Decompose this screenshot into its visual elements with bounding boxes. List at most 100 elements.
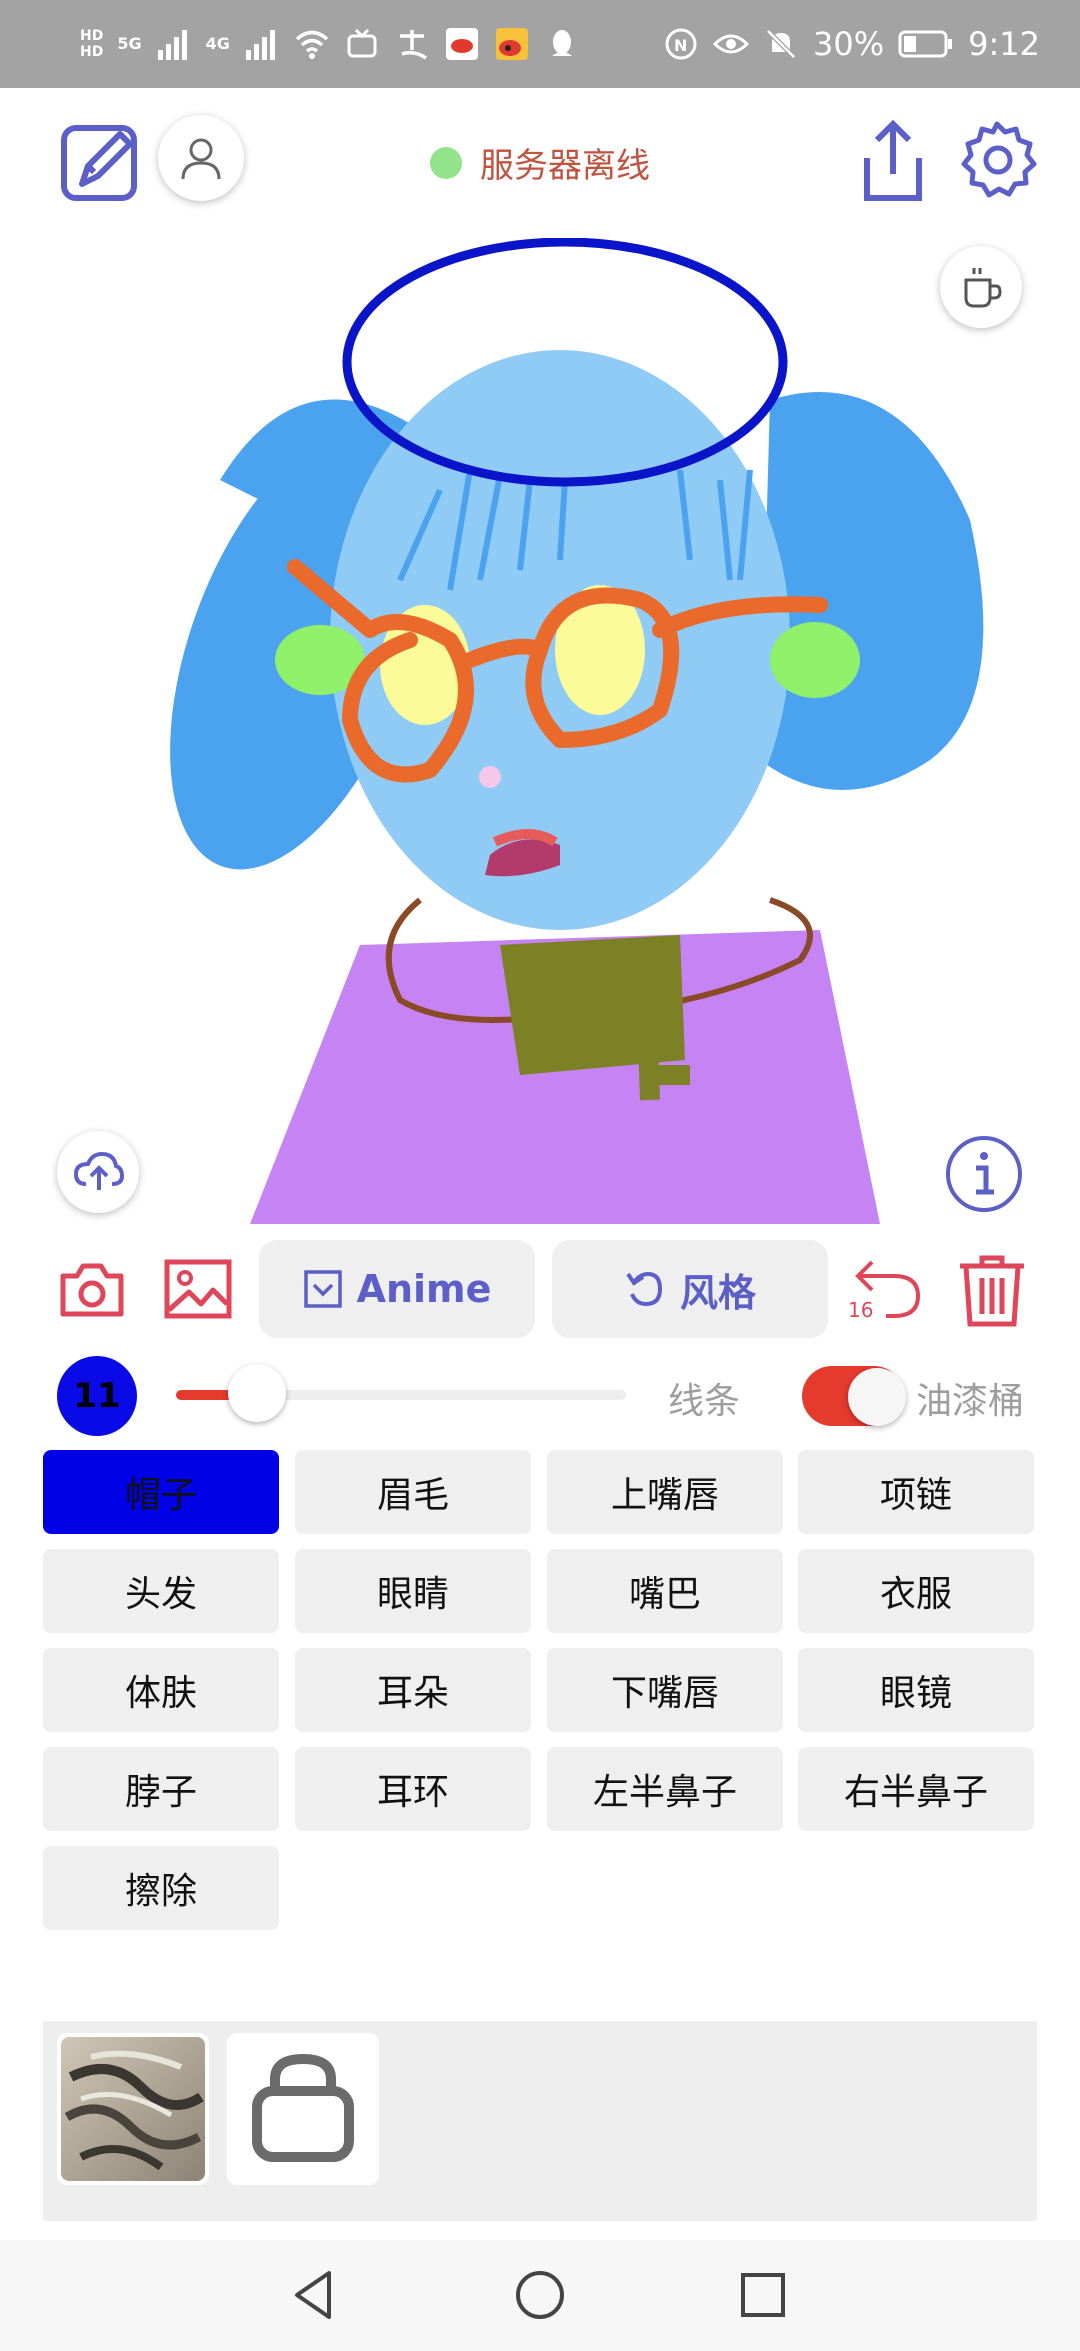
navigation-bar <box>0 2240 1080 2351</box>
line-mode-label[interactable]: 线条 <box>668 1372 740 1424</box>
battery-percent: 30% <box>813 25 885 63</box>
label-right-nose[interactable]: 右半鼻子 <box>798 1747 1034 1831</box>
user-icon <box>181 138 221 180</box>
cloud-upload-icon <box>73 1151 124 1190</box>
brush-size-badge: 11 <box>57 1356 137 1436</box>
dropdown-box-icon <box>303 1270 342 1308</box>
anime-model-button[interactable]: Anime <box>259 1240 535 1338</box>
5g-chip: 5G <box>117 34 142 53</box>
settings-icon <box>961 121 1037 198</box>
server-status-text: 服务器离线 <box>480 146 650 186</box>
camera-icon <box>60 1263 124 1317</box>
back-button[interactable] <box>285 2265 345 2325</box>
label-text: 脖子 <box>124 1772 197 1813</box>
label-text: 眼镜 <box>879 1673 952 1714</box>
status-bar: HD HD 5G 4G N 30% 9:12 <box>0 0 1080 88</box>
camera-button[interactable] <box>57 1260 127 1320</box>
eye-icon <box>713 34 750 54</box>
label-text: 体肤 <box>124 1673 197 1714</box>
home-button[interactable] <box>510 2265 570 2325</box>
battery-icon <box>898 30 953 58</box>
edit-button[interactable] <box>58 118 144 204</box>
label-text: 耳环 <box>376 1772 449 1813</box>
label-text: 擦除 <box>124 1871 197 1912</box>
label-text: 耳朵 <box>376 1673 449 1714</box>
label-clothes[interactable]: 衣服 <box>798 1549 1034 1633</box>
share-button[interactable] <box>855 118 931 204</box>
coffee-button[interactable] <box>940 246 1022 328</box>
undo-count: 16 <box>848 1298 874 1322</box>
label-earrings[interactable]: 耳环 <box>295 1747 531 1831</box>
info-button[interactable] <box>944 1134 1024 1214</box>
label-skin[interactable]: 体肤 <box>43 1648 279 1732</box>
style-label: 风格 <box>679 1270 756 1315</box>
settings-button[interactable] <box>956 120 1038 202</box>
mute-bell-icon <box>766 29 796 59</box>
fill-toggle-thumb[interactable] <box>848 1368 906 1426</box>
vpn-icon: N <box>665 28 697 60</box>
drawing-canvas[interactable] <box>0 238 1080 1224</box>
drawing-artwork <box>170 238 984 1224</box>
style-strip <box>43 2021 1037 2221</box>
image-icon <box>164 1259 232 1319</box>
recents-button[interactable] <box>733 2265 793 2325</box>
info-icon <box>946 1136 1022 1212</box>
label-text: 左半鼻子 <box>592 1772 737 1813</box>
signal-icon <box>157 30 187 60</box>
anime-label: Anime <box>356 1267 492 1311</box>
label-erase[interactable]: 擦除 <box>43 1846 279 1930</box>
edit-icon <box>61 125 137 201</box>
4g-chip: 4G <box>205 34 230 53</box>
label-neck[interactable]: 脖子 <box>43 1747 279 1831</box>
label-ears[interactable]: 耳朵 <box>295 1648 531 1732</box>
coffee-icon <box>964 268 1002 308</box>
label-text: 上嘴唇 <box>610 1475 719 1516</box>
clear-button[interactable] <box>956 1252 1028 1328</box>
label-eyes[interactable]: 眼睛 <box>295 1549 531 1633</box>
sina-icon <box>445 28 478 60</box>
user-button[interactable] <box>158 115 244 201</box>
hd-chip-2: HD <box>80 44 104 60</box>
label-text: 眼睛 <box>376 1574 449 1615</box>
refresh-icon <box>626 1271 662 1307</box>
back-icon <box>295 2271 331 2319</box>
label-necklace[interactable]: 项链 <box>798 1450 1034 1534</box>
label-glasses[interactable]: 眼镜 <box>798 1648 1034 1732</box>
label-eyebrows[interactable]: 眉毛 <box>295 1450 531 1534</box>
label-text: 帽子 <box>124 1475 197 1516</box>
recents-icon <box>741 2273 785 2317</box>
label-text: 右半鼻子 <box>843 1772 988 1813</box>
label-hair[interactable]: 头发 <box>43 1549 279 1633</box>
label-text: 嘴巴 <box>628 1574 701 1615</box>
label-lower-lip[interactable]: 下嘴唇 <box>547 1648 783 1732</box>
size-slider-thumb[interactable] <box>228 1364 286 1422</box>
network-indicator: HD HD <box>80 29 103 59</box>
top-bar: 服务器离线 <box>0 88 1080 238</box>
home-icon <box>516 2271 564 2319</box>
style-button[interactable]: 风格 <box>552 1240 828 1338</box>
label-text: 衣服 <box>879 1574 952 1615</box>
fill-mode-label[interactable]: 油漆桶 <box>916 1372 1024 1424</box>
shop-button[interactable] <box>227 2033 379 2185</box>
signal-icon-2 <box>245 30 275 60</box>
wifi-icon <box>295 30 329 59</box>
undo-button[interactable]: 16 <box>846 1252 926 1324</box>
tv-icon <box>347 28 377 58</box>
share-icon <box>864 119 922 201</box>
label-mouth[interactable]: 嘴巴 <box>547 1549 783 1633</box>
weibo-icon <box>495 28 528 60</box>
label-text: 下嘴唇 <box>610 1673 719 1714</box>
label-upper-lip[interactable]: 上嘴唇 <box>547 1450 783 1534</box>
trash-icon <box>960 1255 1024 1327</box>
hd-chip: HD <box>80 28 104 44</box>
label-text: 头发 <box>124 1574 197 1615</box>
brush-size-value: 11 <box>73 1376 121 1416</box>
svg-text:N: N <box>674 36 687 55</box>
label-left-nose[interactable]: 左半鼻子 <box>547 1747 783 1831</box>
label-hat[interactable]: 帽子 <box>43 1450 279 1534</box>
style-thumbnail[interactable] <box>57 2033 209 2185</box>
texture-thumbnail-image <box>61 2037 205 2181</box>
image-button[interactable] <box>163 1258 233 1320</box>
qq-icon <box>551 30 572 56</box>
upload-button[interactable] <box>57 1131 139 1213</box>
